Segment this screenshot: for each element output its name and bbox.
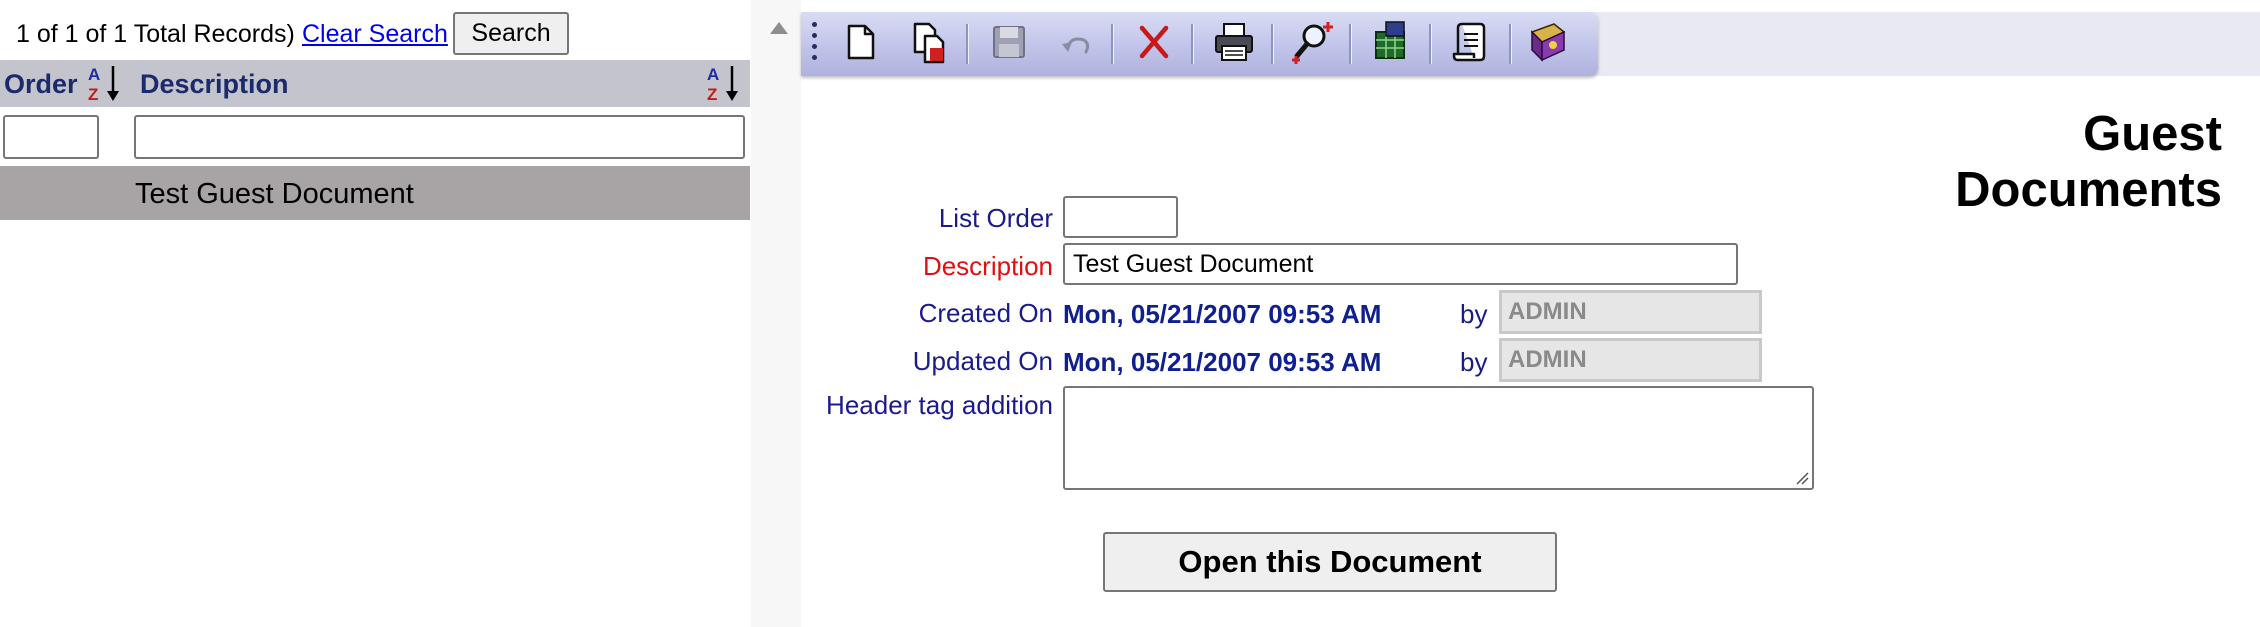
- updated-on-value: Mon, 05/21/2007 09:53 AM: [1063, 347, 1382, 377]
- toolbar-separator: [1271, 24, 1274, 64]
- column-header-description[interactable]: Description: [140, 69, 289, 100]
- svg-text:A: A: [707, 65, 719, 84]
- search-button[interactable]: Search: [453, 12, 569, 55]
- toolbar-separator: [1191, 24, 1194, 64]
- updated-on-label: Updated On: [912, 346, 1053, 376]
- delete-icon[interactable]: [1130, 18, 1178, 66]
- record-count-text: 1 of 1 of 1 Total Records): [16, 20, 295, 48]
- description-label: Description: [922, 251, 1053, 281]
- toolbar-separator: [1349, 24, 1352, 64]
- toolbar-separator: [1111, 24, 1114, 64]
- header-tag-textarea[interactable]: [1063, 386, 1814, 490]
- svg-text:A: A: [88, 65, 100, 84]
- created-by-label: by: [1460, 299, 1488, 329]
- page-title: Guest Documents: [1955, 107, 2222, 217]
- created-on-value: Mon, 05/21/2007 09:53 AM: [1063, 299, 1382, 329]
- row-description: Test Guest Document: [135, 178, 414, 210]
- toolbar-separator: [966, 24, 969, 64]
- records-bar: 1 of 1 of 1 Total Records) Clear Search …: [0, 0, 750, 60]
- new-document-icon[interactable]: [837, 18, 885, 66]
- copy-document-icon[interactable]: [905, 18, 953, 66]
- undo-icon[interactable]: [1052, 18, 1100, 66]
- sort-az-icon[interactable]: A Z: [705, 63, 741, 103]
- help-book-icon[interactable]: [1524, 18, 1572, 66]
- column-header-order[interactable]: Order: [4, 69, 78, 100]
- collapse-up-icon[interactable]: [770, 22, 788, 34]
- description-input[interactable]: Test Guest Document: [1063, 243, 1738, 285]
- svg-text:Z: Z: [707, 85, 717, 103]
- print-icon[interactable]: [1210, 18, 1258, 66]
- table-row[interactable]: Test Guest Document: [0, 166, 750, 220]
- header-tag-label: Header tag addition: [826, 390, 1053, 420]
- search-add-icon[interactable]: [1288, 18, 1336, 66]
- list-order-label: List Order: [938, 203, 1053, 233]
- description-filter-input[interactable]: [134, 115, 745, 159]
- sort-az-icon[interactable]: A Z: [86, 63, 122, 103]
- created-on-label: Created On: [918, 298, 1053, 328]
- script-icon[interactable]: [1446, 18, 1494, 66]
- created-by-field: ADMIN: [1499, 290, 1762, 334]
- svg-text:Z: Z: [88, 85, 98, 103]
- toolbar-separator: [1509, 24, 1512, 64]
- clear-search-link[interactable]: Clear Search: [302, 20, 448, 49]
- toolbar-separator: [1429, 24, 1432, 64]
- record-list-pane: 1 of 1 of 1 Total Records) Clear Search …: [0, 0, 750, 627]
- export-icon[interactable]: [1366, 18, 1414, 66]
- filter-row: [0, 107, 750, 167]
- toolbar-grip[interactable]: [812, 22, 818, 64]
- updated-by-label: by: [1460, 347, 1488, 377]
- updated-by-field: ADMIN: [1499, 338, 1762, 382]
- open-document-button[interactable]: Open this Document: [1103, 532, 1557, 592]
- list-order-input[interactable]: [1063, 196, 1178, 238]
- resize-grip-icon[interactable]: [1795, 471, 1809, 485]
- order-filter-input[interactable]: [3, 115, 99, 159]
- save-icon[interactable]: [985, 18, 1033, 66]
